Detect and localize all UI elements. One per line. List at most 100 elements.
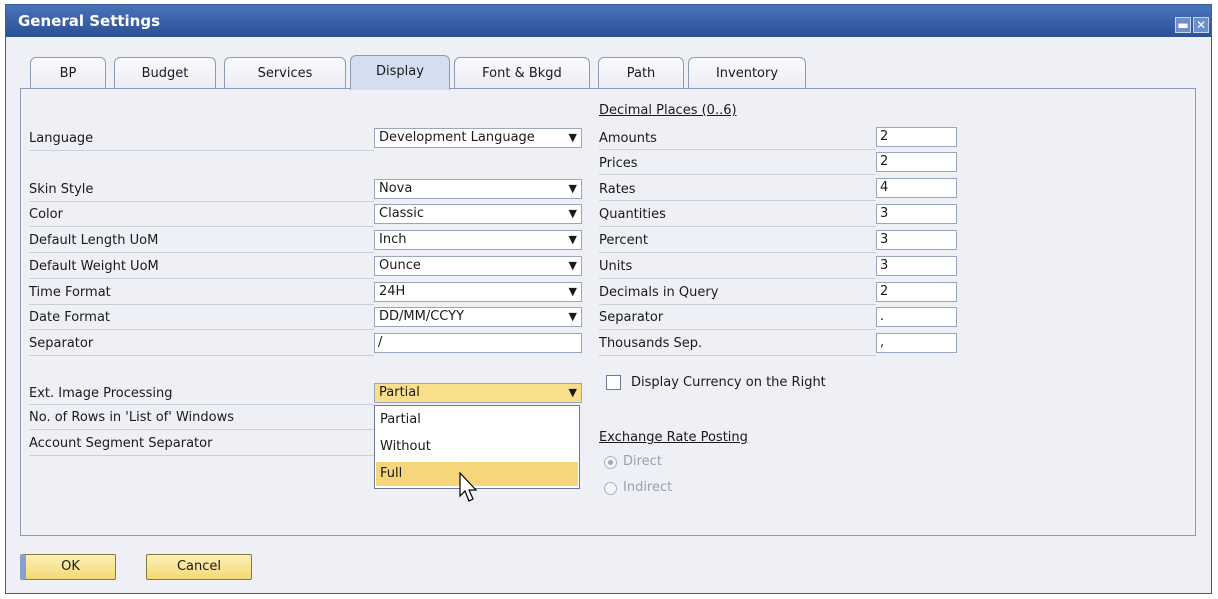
ok-button[interactable]: OK: [20, 554, 116, 580]
close-button[interactable]: ✕: [1193, 17, 1209, 33]
rates-label: Rates: [599, 182, 636, 197]
tab-font-bkgd[interactable]: Font & Bkgd: [454, 57, 590, 89]
dropdown-arrow-icon: ▼: [568, 310, 577, 323]
row-divider: [599, 278, 876, 279]
skin-style-value: Nova: [379, 181, 413, 196]
dropdown-arrow-icon: ▼: [568, 233, 577, 246]
tab-inventory[interactable]: Inventory: [688, 57, 806, 89]
color-label: Color: [29, 207, 63, 222]
indirect-radio[interactable]: [604, 482, 617, 495]
tab-bp[interactable]: BP: [30, 57, 106, 89]
cancel-button[interactable]: Cancel: [146, 554, 252, 580]
row-divider: [599, 200, 876, 201]
percent-label: Percent: [599, 233, 648, 248]
length-uom-label: Default Length UoM: [29, 233, 159, 248]
dropdown-arrow-icon: ▼: [568, 207, 577, 220]
tab-services[interactable]: Services: [224, 57, 346, 89]
quantities-input[interactable]: 3: [876, 204, 957, 224]
prices-input[interactable]: 2: [876, 152, 957, 172]
row-divider: [29, 150, 374, 151]
length-uom-select[interactable]: Inch ▼: [374, 230, 582, 250]
time-format-value: 24H: [379, 284, 406, 299]
rates-input[interactable]: 4: [876, 178, 957, 198]
dropdown-arrow-icon: ▼: [568, 259, 577, 272]
dropdown-arrow-icon: ▼: [568, 285, 577, 298]
row-divider: [29, 278, 374, 279]
amounts-input[interactable]: 2: [876, 127, 957, 147]
ext-image-value: Partial: [379, 385, 420, 400]
account-separator-label: Account Segment Separator: [29, 436, 213, 451]
thousands-sep-input[interactable]: ,: [876, 333, 957, 353]
date-format-label: Date Format: [29, 310, 111, 325]
decimal-separator-input[interactable]: .: [876, 307, 957, 327]
row-divider: [29, 304, 374, 305]
close-icon: ✕: [1195, 18, 1207, 32]
direct-label[interactable]: Direct: [623, 454, 662, 469]
decimals-query-label: Decimals in Query: [599, 285, 719, 300]
date-format-value: DD/MM/CCYY: [379, 309, 465, 324]
direct-radio[interactable]: [604, 456, 617, 469]
row-divider: [29, 404, 374, 405]
row-divider: [599, 174, 876, 175]
language-label: Language: [29, 131, 94, 146]
row-divider: [29, 201, 374, 202]
ext-image-select[interactable]: Partial ▼: [374, 383, 582, 403]
dropdown-arrow-icon: ▼: [568, 386, 577, 399]
language-value: Development Language: [379, 130, 535, 145]
row-divider: [29, 252, 374, 253]
language-select[interactable]: Development Language ▼: [374, 128, 582, 148]
display-currency-label[interactable]: Display Currency on the Right: [631, 375, 826, 390]
color-select[interactable]: Classic ▼: [374, 204, 582, 224]
dropdown-option-without[interactable]: Without: [376, 435, 578, 459]
units-label: Units: [599, 259, 633, 274]
row-divider: [599, 226, 876, 227]
decimal-separator-label: Separator: [599, 310, 664, 325]
tab-path[interactable]: Path: [598, 57, 684, 89]
dropdown-arrow-icon: ▼: [568, 131, 577, 144]
weight-uom-label: Default Weight UoM: [29, 259, 159, 274]
row-divider: [599, 149, 876, 150]
color-value: Classic: [379, 206, 424, 221]
display-currency-checkbox[interactable]: [606, 375, 621, 390]
decimal-places-header: Decimal Places (0..6): [599, 103, 737, 118]
dropdown-arrow-icon: ▼: [568, 182, 577, 195]
thousands-sep-label: Thousands Sep.: [599, 336, 703, 351]
weight-uom-select[interactable]: Ounce ▼: [374, 256, 582, 276]
general-settings-window: General Settings ▬ ✕ BP Budget Services …: [5, 4, 1212, 594]
row-divider: [29, 329, 374, 330]
maximize-icon: ▬: [1177, 18, 1189, 32]
exchange-rate-header: Exchange Rate Posting: [599, 430, 748, 445]
amounts-label: Amounts: [599, 131, 657, 146]
date-separator-label: Separator: [29, 336, 94, 351]
time-format-select[interactable]: 24H ▼: [374, 282, 582, 302]
row-divider: [29, 455, 374, 456]
window-title: General Settings: [18, 12, 161, 30]
row-divider: [29, 355, 374, 356]
tab-budget[interactable]: Budget: [114, 57, 216, 89]
row-divider: [29, 226, 374, 227]
row-divider: [29, 429, 374, 430]
quantities-label: Quantities: [599, 207, 666, 222]
row-divider: [599, 252, 876, 253]
date-format-select[interactable]: DD/MM/CCYY ▼: [374, 307, 582, 327]
mouse-pointer-icon: [459, 472, 478, 502]
row-divider: [599, 304, 876, 305]
skin-style-select[interactable]: Nova ▼: [374, 179, 582, 199]
ext-image-label: Ext. Image Processing: [29, 386, 173, 401]
date-separator-input[interactable]: /: [374, 333, 582, 353]
time-format-label: Time Format: [29, 285, 111, 300]
decimals-query-input[interactable]: 2: [876, 282, 957, 302]
dropdown-option-partial[interactable]: Partial: [376, 408, 578, 432]
row-divider: [599, 355, 876, 356]
rows-list-label: No. of Rows in 'List of' Windows: [29, 410, 234, 425]
maximize-button[interactable]: ▬: [1175, 17, 1191, 33]
row-divider: [599, 329, 876, 330]
percent-input[interactable]: 3: [876, 230, 957, 250]
title-bar[interactable]: General Settings ▬ ✕: [6, 5, 1211, 37]
indirect-label[interactable]: Indirect: [623, 480, 672, 495]
weight-uom-value: Ounce: [379, 258, 421, 273]
units-input[interactable]: 3: [876, 256, 957, 276]
prices-label: Prices: [599, 156, 638, 171]
tab-display[interactable]: Display: [350, 55, 450, 90]
skin-style-label: Skin Style: [29, 182, 94, 197]
